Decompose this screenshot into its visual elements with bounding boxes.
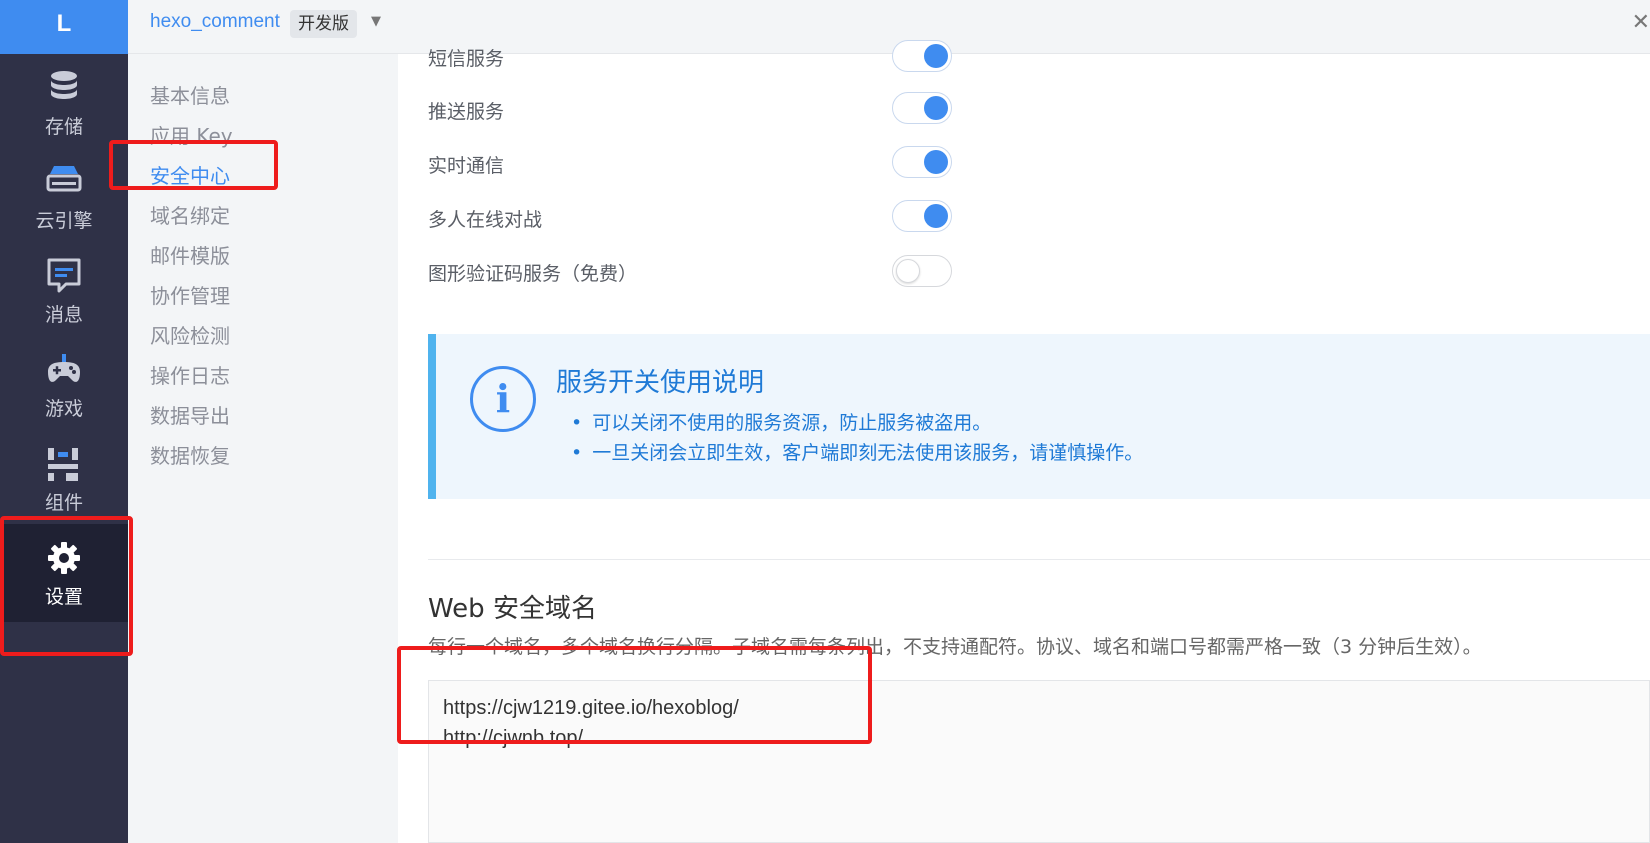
info-list: 可以关闭不使用的服务资源，防止服务被盗用。 一旦关闭会立即生效，客户端即刻无法使… [571,408,1143,468]
annotation-box-domains [397,646,872,744]
submenu-item-data-export[interactable]: 数据导出 [150,400,230,429]
realtime-service-toggle[interactable] [892,146,952,178]
edition-badge: 开发版 [290,10,357,38]
nav-label: 存储 [44,116,83,138]
service-label: 图形验证码服务（免费） [428,263,638,285]
submenu-item-data-restore[interactable]: 数据恢复 [150,440,230,469]
server-icon [46,166,82,192]
nav-item-storage[interactable]: 存储 [0,54,128,152]
database-icon [51,71,77,99]
app-logo[interactable]: L [0,0,128,54]
toggle-knob [924,44,948,68]
message-icon [47,258,81,293]
captcha-service-toggle[interactable] [892,255,952,287]
service-label: 多人在线对战 [428,209,543,231]
web-domains-title: Web 安全域名 [428,594,597,624]
annotation-box-security-menu [109,140,278,190]
service-label: 短信服务 [428,48,505,70]
submenu-item-domain-binding[interactable]: 域名绑定 [150,200,230,229]
gamepad-icon [48,354,80,382]
nav-label: 消息 [44,304,83,326]
nav-label: 组件 [44,492,83,514]
service-label: 推送服务 [428,101,505,123]
app-name[interactable]: hexo_comment [150,11,280,33]
push-service-toggle[interactable] [892,92,952,124]
annotation-box-settings-nav [0,516,133,656]
toggle-knob [924,96,948,120]
submenu-item-operation-log[interactable]: 操作日志 [150,360,230,389]
section-divider [428,559,1650,560]
nav-item-components[interactable]: 组件 [0,430,128,528]
submenu-item-basic-info[interactable]: 基本信息 [150,80,230,109]
submenu-item-email-templates[interactable]: 邮件模版 [150,240,230,269]
components-icon [48,448,78,481]
info-icon: i [470,366,536,432]
multiplayer-service-toggle[interactable] [892,200,952,232]
chevron-down-icon[interactable]: ▼ [371,14,381,29]
info-list-item: 可以关闭不使用的服务资源，防止服务被盗用。 [571,408,1143,438]
top-bar: hexo_comment 开发版 ▼ ✕ [128,0,1650,54]
nav-item-games[interactable]: 游戏 [0,336,128,434]
nav-label: 云引擎 [35,210,93,232]
main-nav: L 存储 云引擎 消息 游戏 组件 设置 [0,0,128,843]
service-label: 实时通信 [428,155,505,177]
nav-item-messages[interactable]: 消息 [0,242,128,340]
info-title: 服务开关使用说明 [556,368,765,398]
toggle-knob [896,259,920,283]
info-list-item: 一旦关闭会立即生效，客户端即刻无法使用该服务，请谨慎操作。 [571,438,1143,468]
toggle-knob [924,150,948,174]
info-callout: i 服务开关使用说明 可以关闭不使用的服务资源，防止服务被盗用。 一旦关闭会立即… [428,334,1650,499]
sms-service-toggle[interactable] [892,40,952,72]
submenu-item-risk-detection[interactable]: 风险检测 [150,320,230,349]
nav-label: 游戏 [44,398,83,420]
close-icon[interactable]: ✕ [1632,10,1650,35]
submenu-item-collaboration[interactable]: 协作管理 [150,280,230,309]
toggle-knob [924,204,948,228]
